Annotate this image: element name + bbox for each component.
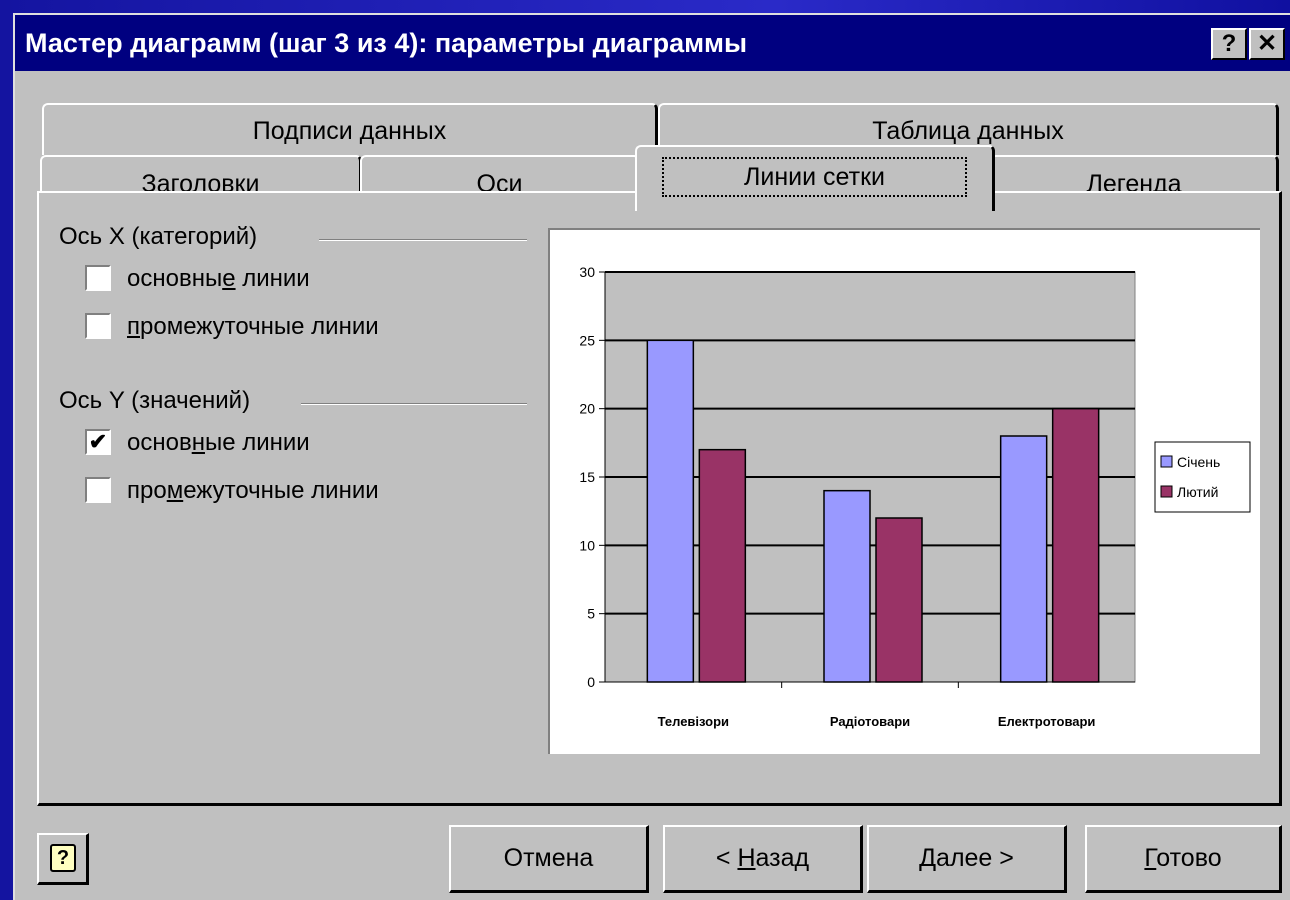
x-axis-group-title: Ось X (категорий): [59, 223, 270, 251]
next-button[interactable]: Далее >: [867, 825, 1067, 893]
bar: [698, 448, 747, 683]
legend-swatch: [1160, 485, 1173, 498]
y-tick-label: 30: [579, 264, 595, 280]
tab-label: Линии сетки: [662, 157, 967, 197]
y-minor-checkbox[interactable]: [85, 477, 111, 503]
y-major-label: основные линии: [127, 429, 310, 456]
x-minor-label: промежуточные линии: [127, 313, 379, 340]
x-minor-gridlines-option[interactable]: промежуточные линии: [85, 311, 505, 345]
legend-swatch: [1160, 455, 1173, 468]
title-bar: Мастер диаграмм (шаг 3 из 4): параметры …: [15, 15, 1290, 71]
check-icon: ✔: [88, 429, 108, 454]
x-tick-label: Радіотовари: [830, 714, 910, 729]
chart-preview-svg: 0 5 10 15 20 25 30 Телевізори Радіотовари Електро…: [579, 264, 1251, 729]
y-minor-label: промежуточные линии: [127, 477, 379, 504]
group-divider: [301, 403, 527, 405]
x-minor-checkbox[interactable]: [85, 313, 111, 339]
back-button[interactable]: < Назад: [663, 825, 863, 893]
y-axis-group-title: Ось Y (значений): [59, 387, 263, 415]
chart-wizard-dialog: Мастер диаграмм (шаг 3 из 4): параметры …: [13, 13, 1290, 900]
bar: [823, 489, 871, 683]
y-tick-label: 10: [579, 537, 595, 553]
y-tick-label: 5: [587, 606, 595, 622]
bar: [1051, 407, 1100, 683]
legend-label: Січень: [1177, 454, 1220, 470]
x-major-gridlines-option[interactable]: основные линии: [85, 263, 505, 297]
y-tick-label: 25: [579, 332, 595, 348]
finish-button[interactable]: Готово: [1085, 825, 1282, 893]
group-divider: [319, 239, 527, 241]
bar: [875, 517, 923, 683]
close-button[interactable]: ✕: [1249, 28, 1285, 60]
tab-data-labels[interactable]: Подписи данных: [42, 103, 658, 155]
x-major-checkbox[interactable]: [85, 265, 111, 291]
help-button[interactable]: ?: [37, 833, 89, 885]
y-tick-label: 15: [579, 469, 595, 485]
gridlines-panel: Ось X (категорий) основные линии промежу…: [37, 191, 1282, 806]
y-major-checkbox[interactable]: ✔: [85, 429, 111, 455]
legend-label: Лютий: [1177, 484, 1218, 500]
y-major-gridlines-option[interactable]: ✔ основные линии: [85, 427, 505, 461]
y-minor-gridlines-option[interactable]: промежуточные линии: [85, 475, 505, 509]
legend-box: [1154, 441, 1251, 513]
bar: [646, 339, 695, 683]
cancel-button[interactable]: Отмена: [449, 825, 649, 893]
question-icon: ?: [50, 844, 76, 872]
question-icon: ?: [1221, 30, 1237, 57]
y-tick-label: 0: [587, 674, 595, 690]
dialog-title: Мастер диаграмм (шаг 3 из 4): параметры …: [25, 28, 748, 58]
x-tick-label: Телевізори: [658, 714, 729, 729]
help-title-button[interactable]: ?: [1211, 28, 1247, 60]
tab-label: Подписи данных: [252, 117, 447, 145]
chart-preview: 0 5 10 15 20 25 30 Телевізори Радіотовари Електро…: [548, 228, 1260, 754]
x-tick-label: Електротовари: [998, 714, 1096, 729]
bar: [999, 435, 1048, 683]
tab-gridlines[interactable]: Линии сетки: [635, 145, 995, 211]
x-major-label: основные линии: [127, 265, 310, 292]
y-tick-label: 20: [579, 401, 595, 417]
close-icon: ✕: [1256, 30, 1278, 57]
